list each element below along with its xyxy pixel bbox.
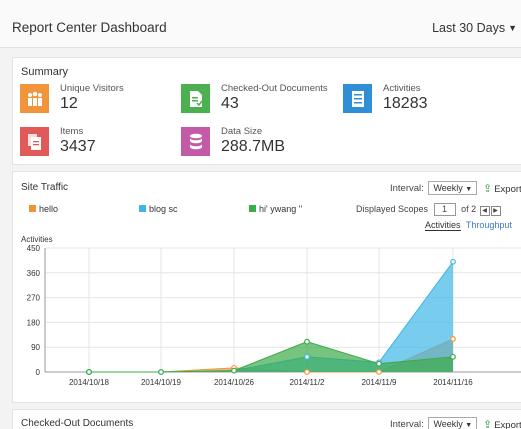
x-tick-label: 2014/10/18	[69, 378, 110, 387]
interval-label: Interval:	[390, 419, 424, 429]
x-tick-label: 2014/11/9	[362, 378, 398, 387]
document-checkout-icon	[181, 84, 210, 113]
activities-icon	[343, 84, 372, 113]
y-tick-label: 270	[27, 294, 41, 303]
data-point	[304, 369, 310, 375]
items-icon	[20, 127, 49, 156]
data-point	[450, 258, 456, 265]
y-tick-label: 0	[36, 368, 41, 377]
interval-value: Weekly	[433, 419, 463, 429]
site-traffic-chart: 0 90 180 270 360 450 2014/10/18 2014/10/19 2014/…	[27, 244, 521, 387]
checked-out-title: Checked-Out Documents	[21, 418, 134, 429]
date-range-label: Last 30 Days	[432, 21, 506, 35]
interval-control: Interval: Weekly ▼	[390, 417, 478, 429]
export-label: Export	[494, 420, 521, 429]
page-title: Report Center Dashboard	[12, 20, 167, 35]
data-point	[376, 360, 382, 367]
date-range-dropdown[interactable]: Last 30 Days ▼	[432, 21, 517, 35]
x-tick-label: 2014/10/19	[141, 378, 182, 387]
stat-value: 288.7MB	[221, 138, 286, 155]
x-tick-label: 2014/10/26	[214, 378, 255, 387]
x-tick-label: 2014/11/2	[290, 378, 326, 387]
stat-label: Activities	[383, 83, 421, 94]
y-tick-label: 90	[31, 343, 40, 352]
data-point	[304, 353, 310, 360]
stat-label: Items	[60, 126, 84, 137]
summary-title: Summary	[21, 66, 69, 78]
stat-value: 43	[221, 95, 239, 112]
data-point	[450, 353, 456, 360]
chevron-down-icon: ▼	[508, 23, 517, 33]
data-point	[231, 367, 237, 374]
stat-label: Checked-Out Documents	[221, 83, 328, 94]
chevron-down-icon: ▼	[465, 422, 473, 429]
stat-label: Unique Visitors	[60, 83, 124, 94]
stat-value: 18283	[383, 95, 428, 112]
data-point	[376, 369, 382, 375]
data-point	[158, 369, 164, 375]
y-tick-label: 180	[27, 318, 41, 327]
data-point	[304, 338, 310, 345]
database-icon	[181, 127, 210, 156]
page-header: Report Center Dashboard Last 30 Days ▼	[0, 0, 521, 48]
checked-out-documents-panel: Checked-Out Documents Interval: Weekly ▼…	[12, 409, 521, 429]
site-traffic-panel: Site Traffic Interval: Weekly ▼ ⇪ Export …	[12, 171, 521, 403]
x-tick-label: 2014/11/16	[433, 378, 473, 387]
stat-label: Data Size	[221, 126, 263, 137]
data-point	[450, 336, 456, 342]
y-tick-label: 360	[27, 269, 41, 278]
stat-value: 12	[60, 95, 78, 112]
people-icon	[20, 84, 49, 113]
export-button[interactable]: ⇪ Export	[483, 418, 521, 429]
y-tick-label: 450	[27, 244, 41, 253]
export-icon: ⇪	[483, 419, 493, 429]
data-point	[86, 369, 92, 375]
interval-select[interactable]: Weekly ▼	[428, 417, 478, 429]
summary-panel: Summary Unique Visitors 12 Checked-Out D…	[12, 57, 521, 165]
stat-value: 3437	[60, 138, 96, 155]
